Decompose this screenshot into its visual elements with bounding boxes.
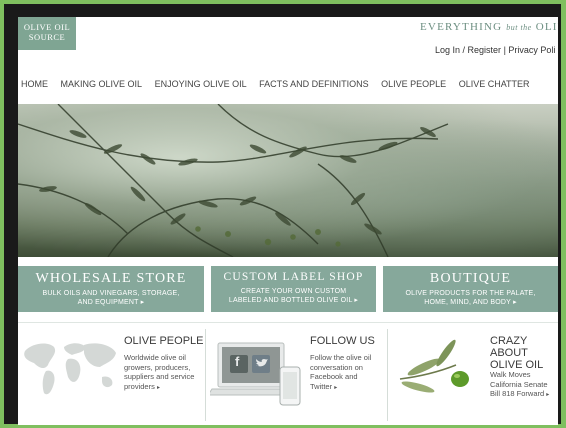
follow-us-line: conversation on: [310, 362, 363, 372]
column-divider-2: [387, 329, 388, 421]
crazy-about-olive-oil-title[interactable]: CRAZY ABOUT OLIVE OIL: [490, 335, 558, 371]
world-map-icon: [24, 343, 116, 395]
olive-people-arrow-icon[interactable]: ▸: [157, 385, 160, 391]
olive-people-line: growers, producers,: [124, 362, 191, 372]
nav-item-home[interactable]: HOME: [21, 79, 48, 89]
site-logo[interactable]: OLIVE OIL SOURCE: [18, 17, 76, 50]
olive-people-line: providers: [124, 381, 155, 391]
utility-divider: |: [503, 45, 506, 55]
section-divider: [18, 322, 558, 323]
boutique-line-2: HOME, MIND, AND BODY ▸: [424, 299, 517, 306]
olive-people-title[interactable]: OLIVE PEOPLE: [124, 335, 203, 347]
wholesale-store-panel[interactable]: WHOLESALE STORE BULK OILS AND VINEGARS, …: [18, 266, 204, 312]
nav-item-making-olive-oil[interactable]: MAKING OLIVE OIL: [61, 79, 143, 89]
main-navigation: HOME MAKING OLIVE OIL ENJOYING OLIVE OIL…: [21, 79, 540, 89]
olive-people-line: Worldwide olive oil: [124, 353, 186, 362]
facebook-icon[interactable]: f: [235, 354, 239, 369]
tagline-everything: EVERYTHING: [420, 21, 503, 33]
nav-item-olive-people[interactable]: OLIVE PEOPLE: [381, 79, 446, 89]
privacy-policy-link[interactable]: Privacy Poli: [508, 45, 555, 55]
nav-item-olive-chatter[interactable]: OLIVE CHATTER: [459, 79, 530, 89]
olive-people-description: Worldwide olive oil growers, producers, …: [124, 353, 194, 393]
custom-label-shop-title: CUSTOM LABEL SHOP: [223, 271, 364, 283]
olive-people-line: suppliers and service: [124, 372, 195, 381]
crazy-arrow-icon[interactable]: ▸: [546, 392, 549, 398]
boutique-title: BOUTIQUE: [429, 271, 512, 286]
custom-label-shop-panel[interactable]: CUSTOM LABEL SHOP CREATE YOUR OWN CUSTOM…: [211, 266, 376, 312]
boutique-panel[interactable]: BOUTIQUE OLIVE PRODUCTS FOR THE PALATE, …: [383, 266, 558, 312]
boutique-line-1: OLIVE PRODUCTS FOR THE PALATE,: [405, 290, 536, 297]
custom-label-shop-line-2: LABELED AND BOTTLED OLIVE OIL ▸: [228, 297, 359, 304]
twitter-icon[interactable]: [255, 357, 269, 369]
follow-us-title[interactable]: FOLLOW US: [310, 335, 375, 347]
follow-us-description: Follow the olive oil conversation on Fac…: [310, 353, 371, 393]
hero-image-olive-branches: [18, 104, 558, 257]
tagline-but-the: but the: [506, 23, 532, 32]
crazy-line: California Senate: [490, 379, 548, 389]
nav-item-facts-and-definitions[interactable]: FACTS AND DEFINITIONS: [259, 79, 369, 89]
logo-line-2: SOURCE: [28, 32, 66, 42]
follow-us-line: Follow the olive oil: [310, 353, 372, 362]
follow-us-line: Twitter: [310, 381, 333, 391]
olive-branch-illustration: [18, 104, 449, 257]
nav-item-enjoying-olive-oil[interactable]: ENJOYING OLIVE OIL: [155, 79, 247, 89]
wholesale-store-line-1: BULK OILS AND VINEGARS, STORAGE,: [42, 290, 180, 297]
laptop-phone-icon: [210, 342, 301, 406]
site-tagline: EVERYTHING but the OLIVE: [420, 21, 558, 33]
wholesale-store-title: WHOLESALE STORE: [35, 271, 187, 286]
web-page: OLIVE OIL SOURCE EVERYTHING but the OLIV…: [18, 17, 558, 425]
custom-label-shop-line-1: CREATE YOUR OWN CUSTOM: [240, 288, 347, 295]
follow-us-line: Facebook and: [310, 372, 358, 381]
follow-us-arrow-icon[interactable]: ▸: [334, 385, 337, 391]
crazy-line: Bill 818 Forward: [490, 389, 545, 398]
crazy-title-line-1: CRAZY ABOUT: [490, 335, 528, 359]
crazy-line: Walk Moves: [490, 370, 531, 379]
column-divider-1: [205, 329, 206, 421]
logo-line-1: OLIVE OIL: [23, 22, 71, 32]
login-register-link[interactable]: Log In / Register: [435, 45, 501, 55]
utility-links: Log In / Register | Privacy Poli: [435, 45, 555, 55]
crazy-about-olive-oil-description: Walk Moves California Senate Bill 818 Fo…: [490, 370, 549, 401]
tagline-olive: OLIVE: [535, 21, 558, 33]
olive-branch-icon: [399, 339, 469, 393]
wholesale-store-line-2: AND EQUIPMENT ▸: [77, 299, 145, 306]
